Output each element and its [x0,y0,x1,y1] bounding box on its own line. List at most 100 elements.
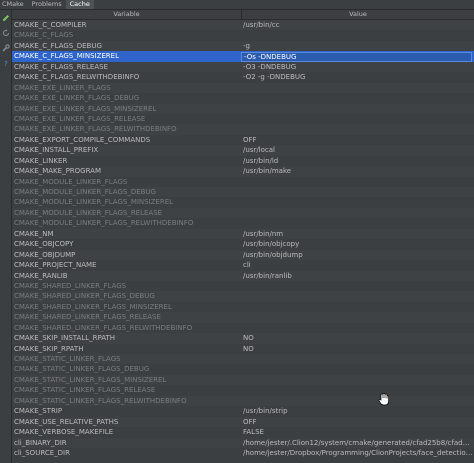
table-row[interactable]: CMAKE_STATIC_LINKER_FLAGS [12,354,474,365]
table-row[interactable]: CMAKE_EXE_LINKER_FLAGS_DEBUG [12,93,474,103]
value-cell[interactable]: /usr/bin/ranlib [241,271,474,281]
settings-button[interactable] [0,40,11,55]
variable-cell: CMAKE_MODULE_LINKER_FLAGS_RELEASE [14,208,163,217]
table-row[interactable]: CMAKE_STATIC_LINKER_FLAGS_DEBUG [12,364,474,374]
value-cell[interactable]: /usr/bin/make [241,166,474,176]
variable-cell: CMAKE_C_FLAGS_RELEASE [14,62,109,71]
table-row[interactable]: CMAKE_C_FLAGS [12,30,474,40]
value-cell[interactable]: /usr/bin/objdump [241,250,474,260]
table-row[interactable]: CMAKE_C_FLAGS_DEBUG -g [12,40,474,52]
column-header-variable[interactable]: Variable [12,10,242,19]
table-row[interactable]: CMAKE_RANLIB/usr/bin/ranlib [12,270,474,281]
table-row[interactable]: CMAKE_SKIP_RPATH NO [12,344,474,354]
table-row[interactable]: CMAKE_EXE_LINKER_FLAGS_RELWITHDEBINFO [12,124,474,135]
value-cell[interactable]: /home/jester/Dropbox/Programming/ClionPr… [241,448,474,458]
table-row[interactable]: CMAKE_PROJECT_NAME cli [12,260,474,270]
variable-cell: cli_BINARY_DIR [14,438,67,447]
value-cell[interactable]: /usr/bin/strip [241,406,474,416]
value-cell[interactable]: /usr/bin/ld [241,156,474,166]
table-row[interactable]: CMAKE_SHARED_LINKER_FLAGS_MINSIZEREL [12,302,474,312]
value-cell[interactable]: NO [241,333,474,343]
value-cell[interactable]: /usr/local [241,145,474,155]
cmake-cache-table: Variable Value CMAKE_C_COMPILER/usr/bin/… [12,10,474,463]
table-row[interactable]: CMAKE_MODULE_LINKER_FLAGS_DEBUG [12,187,474,198]
table-row[interactable]: CMAKE_MODULE_LINKER_FLAGS [12,177,474,187]
table-row[interactable]: CMAKE_INSTALL_PREFIX/usr/local [12,145,474,156]
table-row[interactable]: CMAKE_LINKER/usr/bin/ld [12,156,474,166]
table-header: Variable Value [12,10,474,20]
variable-cell: CMAKE_SHARED_LINKER_FLAGS_DEBUG [14,292,155,301]
table-row[interactable]: CMAKE_STATIC_LINKER_FLAGS_RELWITHDEBINFO [12,395,474,407]
table-row[interactable]: cli_SOURCE_DIR/home/jester/Dropbox/Progr… [12,448,474,458]
value-cell[interactable]: NO [241,344,474,354]
column-header-value[interactable]: Value [242,10,474,19]
table-row[interactable]: CMAKE_STATIC_LINKER_FLAGS_MINSIZEREL [12,374,474,386]
variable-cell: CMAKE_C_COMPILER [14,21,87,29]
edit-button[interactable] [0,10,11,25]
table-row[interactable]: CMAKE_MAKE_PROGRAM/usr/bin/make [12,166,474,177]
variable-cell: CMAKE_STATIC_LINKER_FLAGS_RELWITHDEBINFO [14,396,187,405]
value-cell[interactable]: -O3 -DNDEBUG [241,62,474,72]
help-button[interactable]: ? [0,55,11,70]
table-row[interactable]: CMAKE_C_COMPILER/usr/bin/cc [12,20,474,31]
variable-cell: CMAKE_INSTALL_PREFIX [14,146,99,155]
tab-cmake[interactable]: CMake [0,0,28,9]
table-row[interactable]: CMAKE_STRIP/usr/bin/strip [12,406,474,416]
variable-cell: CMAKE_NM [14,229,54,238]
table-row[interactable]: CMAKE_OBJCOPY/usr/bin/objcopy [12,239,474,249]
table-row[interactable]: CMAKE_EXE_LINKER_FLAGS [12,82,474,94]
variable-cell: CMAKE_STATIC_LINKER_FLAGS_RELEASE [14,386,156,395]
table-row[interactable]: CMAKE_OBJDUMP/usr/bin/objdump [12,249,474,261]
variable-cell: CMAKE_C_FLAGS [14,31,74,40]
reload-button[interactable] [0,25,11,40]
value-cell[interactable]: /usr/bin/nm [241,229,474,239]
variable-cell: CMAKE_MODULE_LINKER_FLAGS [14,177,128,186]
table-row[interactable]: CMAKE_EXE_LINKER_FLAGS_RELEASE [12,114,474,124]
table-body: CMAKE_C_COMPILER/usr/bin/cc CMAKE_C_FLAGS… [12,20,474,458]
tab-cache[interactable]: Cache [65,0,94,9]
variable-cell: CMAKE_OBJDUMP [14,250,76,259]
table-row[interactable]: CMAKE_MODULE_LINKER_FLAGS_RELEASE [12,207,474,219]
variable-cell: CMAKE_USE_RELATIVE_PATHS [14,417,119,426]
variable-cell: CMAKE_STRIP [14,407,63,416]
value-cell[interactable]: cli [241,260,474,270]
value-cell[interactable]: /usr/bin/cc [241,20,474,30]
table-row[interactable]: CMAKE_STATIC_LINKER_FLAGS_RELEASE [12,385,474,395]
table-row[interactable]: CMAKE_C_FLAGS_RELWITHDEBINFO -O2 -g -DNDE… [12,72,474,82]
table-row[interactable]: CMAKE_USE_RELATIVE_PATHS OFF [12,416,474,428]
table-row[interactable]: CMAKE_EXPORT_COMPILE_COMMANDS OFF [12,135,474,145]
table-row[interactable]: CMAKE_SHARED_LINKER_FLAGS [12,281,474,291]
table-row[interactable]: CMAKE_SHARED_LINKER_FLAGS_RELEASE [12,312,474,323]
wrench-icon [1,43,10,52]
variable-cell: CMAKE_SKIP_RPATH [14,344,84,353]
variable-cell: CMAKE_MAKE_PROGRAM [14,167,101,176]
variable-cell: CMAKE_RANLIB [14,271,68,280]
value-cell[interactable]: -g [241,41,474,51]
table-row[interactable]: CMAKE_MODULE_LINKER_FLAGS_RELWITHDEBINFO [12,218,474,228]
table-row[interactable]: CMAKE_VERBOSE_MAKEFILE FALSE [12,427,474,437]
side-toolbar: ? [0,10,12,463]
table-row[interactable]: CMAKE_C_FLAGS_RELEASE -O3 -DNDEBUG [12,61,474,73]
value-cell[interactable]: /home/jester/.Clion12/system/cmake/gener… [241,438,474,448]
table-row[interactable]: CMAKE_SHARED_LINKER_FLAGS_DEBUG [12,291,474,302]
value-cell[interactable]: FALSE [241,427,474,437]
table-row[interactable]: CMAKE_NM/usr/bin/nm [12,228,474,240]
table-row[interactable]: CMAKE_MODULE_LINKER_FLAGS_MINSIZEREL [12,197,474,207]
variable-cell: CMAKE_SHARED_LINKER_FLAGS [14,281,127,290]
table-row[interactable]: CMAKE_SHARED_LINKER_FLAGS_RELWITHDEBINFO [12,323,474,333]
variable-cell: CMAKE_LINKER [14,156,68,165]
table-row[interactable]: CMAKE_SKIP_INSTALL_RPATH NO [12,333,474,344]
value-cell[interactable]: -Os -DNDEBUG [241,51,472,62]
refresh-icon [2,29,9,36]
table-row[interactable]: cli_BINARY_DIR/home/jester/.Clion12/syst… [12,437,474,448]
value-cell[interactable]: -O2 -g -DNDEBUG [241,72,474,82]
value-cell[interactable]: OFF [241,417,474,427]
variable-cell: CMAKE_MODULE_LINKER_FLAGS_MINSIZEREL [14,198,174,207]
variable-cell: cli_SOURCE_DIR [14,448,70,457]
pencil-icon [2,14,9,21]
table-row[interactable]: CMAKE_EXE_LINKER_FLAGS_MINSIZEREL [12,103,474,114]
value-cell[interactable]: OFF [241,135,474,145]
value-cell[interactable]: /usr/bin/objcopy [241,239,474,249]
tab-problems[interactable]: Problems [28,0,66,9]
table-row[interactable]: CMAKE_C_FLAGS_MINSIZEREL -Os -DNDEBUG [12,51,474,62]
